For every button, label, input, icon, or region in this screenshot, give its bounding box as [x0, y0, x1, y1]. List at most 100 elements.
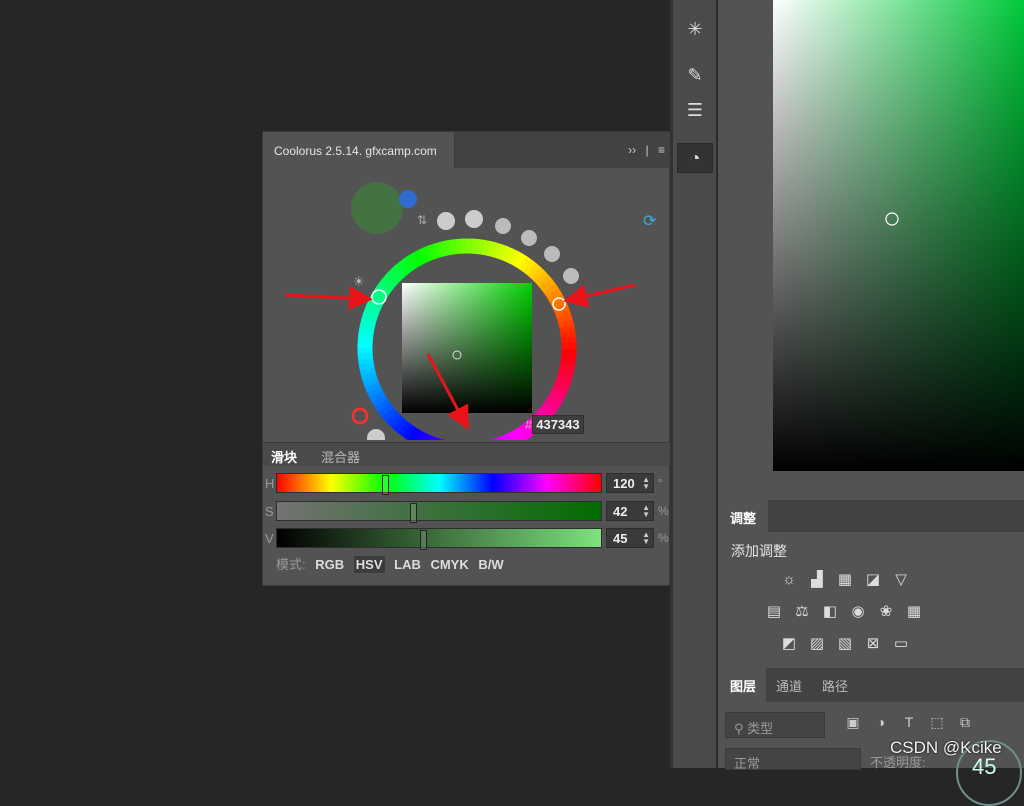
threshold-icon[interactable]: ▧: [834, 634, 856, 652]
color-wheel-area: ⇅ ⟳ ☀: [263, 168, 671, 440]
slider-letter: H: [265, 476, 274, 491]
exposure-icon[interactable]: ◪: [862, 570, 884, 588]
layer-filter-select[interactable]: ⚲ 类型: [725, 712, 825, 738]
coolorus-panel: Coolorus 2.5.14. gfxcamp.com ›› | ≡ ⇅: [262, 131, 670, 586]
image-filter-icon[interactable]: ▣: [842, 714, 864, 731]
shape-filter-icon[interactable]: ⬚: [926, 714, 948, 731]
hex-input[interactable]: 437343: [532, 415, 583, 434]
adjustments-tab-bar: 调整: [718, 500, 1024, 532]
adjust-sliders-icon[interactable]: ☰: [677, 95, 713, 125]
smart-object-filter-icon[interactable]: ⧉: [954, 714, 976, 731]
brightness-icon[interactable]: ☀: [353, 275, 365, 290]
preview-picker: [773, 0, 1024, 471]
harmony-triad-icon[interactable]: [521, 230, 537, 246]
tab-channels[interactable]: 通道: [776, 676, 802, 695]
value-value-field[interactable]: 45▲▼: [606, 528, 654, 548]
previous-color-swatch[interactable]: [399, 190, 417, 208]
slider-handle[interactable]: [382, 475, 389, 495]
slider-row-value: V 45▲▼ %: [263, 526, 671, 550]
unit-label: %: [658, 504, 669, 518]
brightness-icon[interactable]: ☼: [778, 570, 800, 588]
tab-mixer[interactable]: 混合器: [321, 447, 360, 466]
curves-icon[interactable]: ▦: [834, 570, 856, 588]
slider-letter: V: [265, 531, 274, 546]
color-mode-bar: 模式: RGB HSV LAB CMYK B/W: [276, 554, 510, 573]
blend-mode-select[interactable]: 正常: [725, 748, 861, 770]
stepper-arrows[interactable]: ▲▼: [642, 476, 650, 490]
harmony-tetrad-icon[interactable]: [544, 246, 560, 262]
channel-mixer-icon[interactable]: ❀: [875, 602, 897, 620]
black-white-icon[interactable]: ◧: [819, 602, 841, 620]
panel-tab-bar: Coolorus 2.5.14. gfxcamp.com ›› | ≡: [263, 132, 671, 168]
panel-title-tab[interactable]: Coolorus 2.5.14. gfxcamp.com: [263, 132, 455, 168]
current-color-swatch[interactable]: [351, 182, 403, 234]
mode-hsv[interactable]: HSV: [354, 556, 385, 573]
color-lookup-icon[interactable]: ▦: [903, 602, 925, 620]
adjustment-row: ☼ ▟ ▦ ◪ ▽: [775, 570, 915, 588]
harmony-analog-icon[interactable]: [563, 268, 579, 284]
saturation-slider[interactable]: [276, 501, 602, 521]
levels-icon[interactable]: ▟: [806, 570, 828, 588]
hex-field[interactable]: #437343: [525, 415, 584, 434]
panel-tab-icons: ›› | ≡: [622, 143, 665, 157]
slider-handle[interactable]: [410, 503, 417, 523]
unit-label: %: [658, 531, 669, 545]
hex-prefix: #: [525, 417, 532, 432]
tab-paths[interactable]: 路径: [822, 676, 848, 695]
refresh-icon[interactable]: ⟳: [643, 211, 657, 230]
hue-slider[interactable]: [276, 473, 602, 493]
mode-cmyk[interactable]: CMYK: [430, 557, 468, 572]
harmony-mono-icon[interactable]: [437, 212, 455, 230]
panel-icon-strip: ✳ ✎ ☰ ◔: [673, 0, 717, 768]
mode-label: 模式:: [276, 557, 306, 572]
gradient-map-icon[interactable]: ▭: [890, 634, 912, 652]
photo-filter-icon[interactable]: ◉: [847, 602, 869, 620]
harmony-complement-icon[interactable]: [465, 210, 483, 228]
mode-bw[interactable]: B/W: [478, 557, 503, 572]
color-preview-canvas[interactable]: [773, 0, 1024, 471]
annotation-arrow: [285, 295, 367, 299]
panel-subtabs: 滑块 混合器: [263, 442, 671, 466]
mode-lab[interactable]: LAB: [394, 557, 421, 572]
tab-sliders[interactable]: 滑块: [271, 447, 297, 466]
unit-label: °: [658, 476, 663, 490]
divider-bar: |: [646, 143, 649, 157]
slider-letter: S: [265, 504, 274, 519]
harmony-split-icon[interactable]: [495, 218, 511, 234]
triangle-mode-icon[interactable]: [367, 429, 385, 440]
stepper-arrows[interactable]: ▲▼: [642, 504, 650, 518]
tab-layers[interactable]: 图层: [718, 668, 766, 702]
adjustment-filter-icon[interactable]: ◑: [870, 714, 892, 731]
type-filter-icon[interactable]: T: [898, 714, 920, 731]
layers-tab-bar: 图层 通道 路径: [718, 668, 1024, 702]
annotation-arrow: [569, 285, 635, 300]
slider-handle[interactable]: [420, 530, 427, 550]
value-slider[interactable]: [276, 528, 602, 548]
swap-icon[interactable]: ⇅: [417, 213, 427, 227]
coolorus-icon[interactable]: ◔: [677, 143, 713, 173]
hue-value-field[interactable]: 120▲▼: [606, 473, 654, 493]
tab-adjustments[interactable]: 调整: [718, 500, 768, 532]
panel-menu-icon[interactable]: ≡: [658, 143, 665, 157]
adjustment-row: ▤ ⚖ ◧ ◉ ❀ ▦: [760, 602, 928, 620]
hue-saturation-icon[interactable]: ▤: [763, 602, 785, 620]
brush-presets-icon[interactable]: ✎: [677, 60, 713, 90]
expand-icon[interactable]: ››: [628, 143, 636, 157]
stepper-arrows[interactable]: ▲▼: [642, 531, 650, 545]
layer-filter-icons: ▣ ◑ T ⬚ ⧉: [842, 714, 982, 731]
slider-row-saturation: S 42▲▼ %: [263, 499, 671, 523]
selective-color-icon[interactable]: ⊠: [862, 634, 884, 652]
hue-ring-segment[interactable]: [508, 439, 514, 440]
invert-icon[interactable]: ◩: [778, 634, 800, 652]
wheel-mode-icon[interactable]: [353, 409, 367, 423]
slider-row-hue: H 120▲▼ °: [263, 471, 671, 495]
saturation-value-field[interactable]: 42▲▼: [606, 501, 654, 521]
color-balance-icon[interactable]: ⚖: [791, 602, 813, 620]
add-adjustment-title: 添加调整: [731, 541, 787, 561]
vibrance-icon[interactable]: ▽: [890, 570, 912, 588]
posterize-icon[interactable]: ▨: [806, 634, 828, 652]
sunburst-icon[interactable]: ✳: [677, 14, 713, 44]
watermark: CSDN @Kcike: [890, 738, 1002, 758]
mode-rgb[interactable]: RGB: [315, 557, 344, 572]
search-icon: ⚲: [734, 721, 747, 736]
